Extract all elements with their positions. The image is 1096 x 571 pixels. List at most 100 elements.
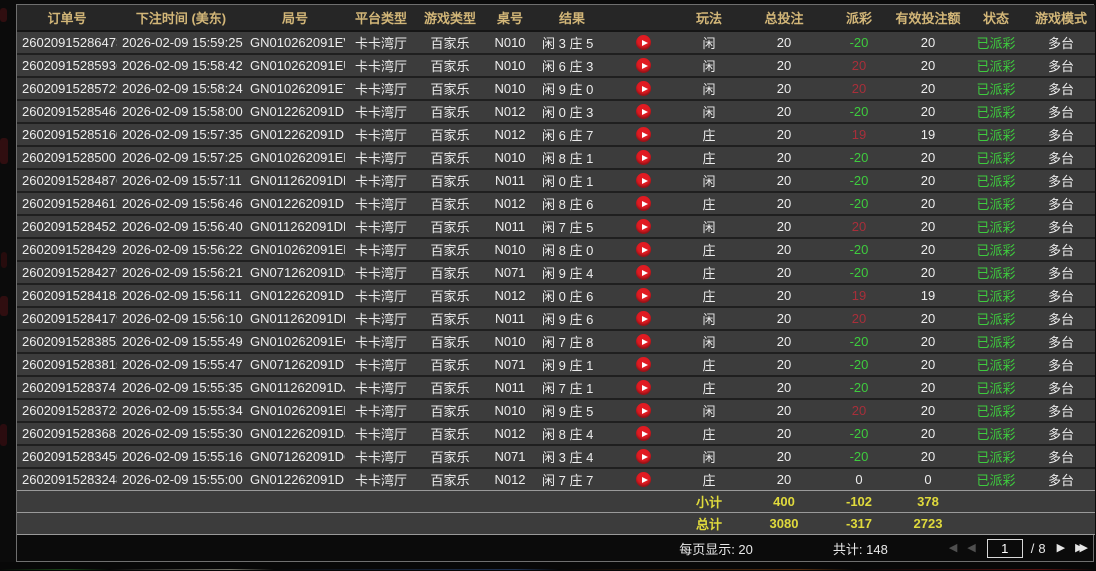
round-no-cell: GN012262091DK (245, 284, 345, 307)
last-page-icon[interactable]: ▶▶ (1070, 543, 1093, 554)
round-no-cell: GN011262091DJ (245, 376, 345, 399)
table-row: 2602091528500172026-02-09 15:57:25GN0102… (17, 146, 1095, 169)
table-no-cell: N011 (483, 215, 537, 238)
play-cell: 庄 (677, 284, 741, 307)
game-type-cell: 百家乐 (417, 123, 483, 146)
play-cell: 庄 (677, 353, 741, 376)
play-icon[interactable] (636, 219, 651, 234)
bet-time-cell: 2026-02-09 15:55:30 (117, 422, 245, 445)
play-icon[interactable] (636, 311, 651, 326)
total-bet-cell: 20 (741, 238, 827, 261)
result-cell: 闲 8 庄 4 (537, 422, 677, 445)
col-header-total_bet: 总投注 (741, 5, 827, 31)
table-no-cell: N010 (483, 31, 537, 54)
platform-cell: 卡卡湾厅 (345, 353, 417, 376)
per-page-label: 每页显示: 20 (679, 539, 753, 558)
total-valid-bet: 2723 (891, 513, 965, 535)
prev-page-icon[interactable]: ◀ (962, 543, 980, 554)
status-cell: 已派彩 (965, 307, 1027, 330)
table-no-cell: N071 (483, 261, 537, 284)
play-icon[interactable] (636, 449, 651, 464)
game-mode-cell: 多台 (1027, 146, 1095, 169)
valid-bet-cell: 0 (891, 468, 965, 491)
play-icon[interactable] (636, 403, 651, 418)
play-icon[interactable] (636, 242, 651, 257)
result-cell: 闲 7 庄 7 (537, 468, 677, 491)
result-cell: 闲 9 庄 1 (537, 353, 677, 376)
game-mode-cell: 多台 (1027, 77, 1095, 100)
play-cell: 庄 (677, 261, 741, 284)
total-bet-cell: 20 (741, 284, 827, 307)
play-cell: 闲 (677, 445, 741, 468)
col-header-round_no: 局号 (245, 5, 345, 31)
play-icon[interactable] (636, 472, 651, 487)
game-type-cell: 百家乐 (417, 422, 483, 445)
bet-time-cell: 2026-02-09 15:58:24 (117, 77, 245, 100)
valid-bet-cell: 19 (891, 284, 965, 307)
play-icon[interactable] (636, 265, 651, 280)
order-id-cell: 260209152838155 (17, 353, 117, 376)
play-icon[interactable] (636, 357, 651, 372)
play-icon[interactable] (636, 334, 651, 349)
total-bet-cell: 20 (741, 100, 827, 123)
order-id-cell: 260209152838521 (17, 330, 117, 353)
play-cell: 闲 (677, 100, 741, 123)
play-cell: 庄 (677, 468, 741, 491)
round-no-cell: GN010262091EP (245, 238, 345, 261)
table-no-cell: N010 (483, 238, 537, 261)
result-cell: 闲 9 庄 5 (537, 399, 677, 422)
round-no-cell: GN071262091D7 (245, 353, 345, 376)
total-bet-cell: 20 (741, 215, 827, 238)
game-type-cell: 百家乐 (417, 77, 483, 100)
play-icon[interactable] (636, 127, 651, 142)
play-icon[interactable] (636, 81, 651, 96)
table-no-cell: N010 (483, 146, 537, 169)
result-text: 闲 8 庄 1 (542, 148, 593, 167)
bet-time-cell: 2026-02-09 15:57:11 (117, 169, 245, 192)
table-row: 2602091528461342026-02-09 15:56:46GN0122… (17, 192, 1095, 215)
payout-cell: 19 (827, 123, 891, 146)
status-cell: 已派彩 (965, 422, 1027, 445)
result-text: 闲 8 庄 6 (542, 194, 593, 213)
round-no-cell: GN071262091D8 (245, 261, 345, 284)
play-icon[interactable] (636, 150, 651, 165)
bottom-strip (0, 562, 1096, 571)
bet-time-cell: 2026-02-09 15:56:21 (117, 261, 245, 284)
play-icon[interactable] (636, 426, 651, 441)
table-row: 2602091528546672026-02-09 15:58:00GN0122… (17, 100, 1095, 123)
round-no-cell: GN010262091EN (245, 399, 345, 422)
subtotal-valid-bet: 378 (891, 491, 965, 513)
result-cell: 闲 6 庄 7 (537, 123, 677, 146)
result-text: 闲 9 庄 4 (542, 263, 593, 282)
result-text: 闲 8 庄 4 (542, 424, 593, 443)
valid-bet-cell: 20 (891, 399, 965, 422)
page-number-input[interactable] (987, 539, 1023, 558)
table-row: 2602091528345002026-02-09 15:55:16GN0712… (17, 445, 1095, 468)
order-id-cell: 260209152836833 (17, 422, 117, 445)
bet-time-cell: 2026-02-09 15:56:46 (117, 192, 245, 215)
play-icon[interactable] (636, 288, 651, 303)
play-icon[interactable] (636, 35, 651, 50)
play-cell: 闲 (677, 307, 741, 330)
table-no-cell: N071 (483, 445, 537, 468)
first-page-icon[interactable]: ◀ (944, 543, 962, 554)
subtotal-total-bet: 400 (741, 491, 827, 513)
payout-cell: -20 (827, 192, 891, 215)
payout-cell: -20 (827, 146, 891, 169)
table-no-cell: N010 (483, 54, 537, 77)
play-icon[interactable] (636, 104, 651, 119)
game-type-cell: 百家乐 (417, 31, 483, 54)
order-id-cell: 260209152842932 (17, 238, 117, 261)
order-id-cell: 260209152859368 (17, 54, 117, 77)
game-mode-cell: 多台 (1027, 422, 1095, 445)
platform-cell: 卡卡湾厅 (345, 445, 417, 468)
play-icon[interactable] (636, 173, 651, 188)
next-page-icon[interactable]: ▶ (1052, 543, 1070, 554)
play-icon[interactable] (636, 196, 651, 211)
game-mode-cell: 多台 (1027, 169, 1095, 192)
payout-cell: 0 (827, 468, 891, 491)
platform-cell: 卡卡湾厅 (345, 422, 417, 445)
play-icon[interactable] (636, 380, 651, 395)
play-icon[interactable] (636, 58, 651, 73)
game-type-cell: 百家乐 (417, 330, 483, 353)
